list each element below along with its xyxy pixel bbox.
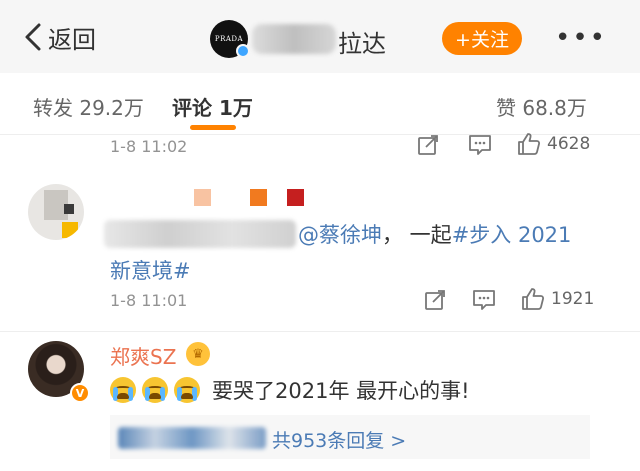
- share-button[interactable]: [424, 289, 446, 311]
- crying-emoji-icon: [110, 377, 136, 403]
- replies-preview[interactable]: 共953条回复 >: [110, 415, 590, 459]
- crying-emoji-icon: [142, 377, 168, 403]
- share-icon: [418, 135, 438, 155]
- comment-text-mid: ， 一起: [382, 223, 452, 247]
- reply-button[interactable]: [472, 289, 496, 311]
- fan-crown-icon: ♛: [186, 342, 210, 366]
- decor-square: [250, 189, 267, 206]
- thumbs-up-icon: [518, 133, 541, 155]
- divider: [0, 331, 640, 332]
- like-button[interactable]: 1921: [521, 287, 594, 311]
- topic-link-continued[interactable]: 新意境#: [110, 255, 191, 285]
- commenter-avatar[interactable]: [28, 184, 84, 240]
- verified-badge-icon: [236, 44, 250, 58]
- back-label: 返回: [48, 25, 96, 54]
- active-tab-indicator: [190, 125, 236, 130]
- topic-link[interactable]: #步入 2021: [452, 223, 572, 247]
- tab-bar: 转发 29.2万 评论 1万 赞 68.8万: [0, 73, 640, 135]
- reply-button[interactable]: [468, 134, 492, 156]
- tab-comment[interactable]: 评论 1万: [172, 92, 253, 121]
- avatar-logo-text: PRADA: [214, 35, 244, 43]
- commenter-name[interactable]: 郑爽SZ: [110, 341, 176, 370]
- follow-button[interactable]: +关注: [442, 22, 522, 55]
- tab-repost[interactable]: 转发 29.2万: [33, 92, 144, 121]
- decor-square: [287, 189, 304, 206]
- author-name[interactable]: 拉达: [338, 24, 386, 59]
- comment-icon: [473, 290, 495, 310]
- share-button[interactable]: [417, 134, 439, 156]
- comment-text-line1: @蔡徐坤， 一起#步入 2021: [298, 219, 571, 249]
- like-count: 4628: [547, 134, 591, 154]
- mention-link[interactable]: @蔡徐坤: [298, 223, 382, 247]
- thumbs-up-icon: [522, 288, 545, 310]
- decor-square: [194, 189, 211, 206]
- comment-text: 要哭了2021年 最开心的事!: [110, 375, 470, 405]
- like-button[interactable]: 4628: [517, 132, 590, 156]
- comment-icon: [469, 135, 491, 155]
- chevron-left-icon: [25, 23, 41, 51]
- comment-time: 1-8 11:01: [110, 291, 188, 310]
- comment-words: 要哭了2021年 最开心的事!: [212, 379, 470, 403]
- back-button[interactable]: 返回: [22, 20, 96, 54]
- like-count: 1921: [551, 289, 595, 309]
- blurred-author-name: [252, 24, 336, 54]
- blurred-comment-text: [104, 220, 296, 248]
- share-icon: [425, 290, 445, 310]
- crying-emoji-icon: [174, 377, 200, 403]
- tab-like[interactable]: 赞 68.8万: [496, 92, 587, 121]
- view-replies-link[interactable]: 共953条回复 >: [272, 426, 406, 453]
- comment-time: 1-8 11:02: [110, 137, 188, 156]
- blurred-reply-names: [118, 427, 266, 449]
- top-bar: 返回 PRADA 拉达 +关注 •••: [0, 0, 640, 73]
- verified-badge-icon: V: [70, 383, 90, 403]
- more-options-icon[interactable]: •••: [555, 25, 607, 51]
